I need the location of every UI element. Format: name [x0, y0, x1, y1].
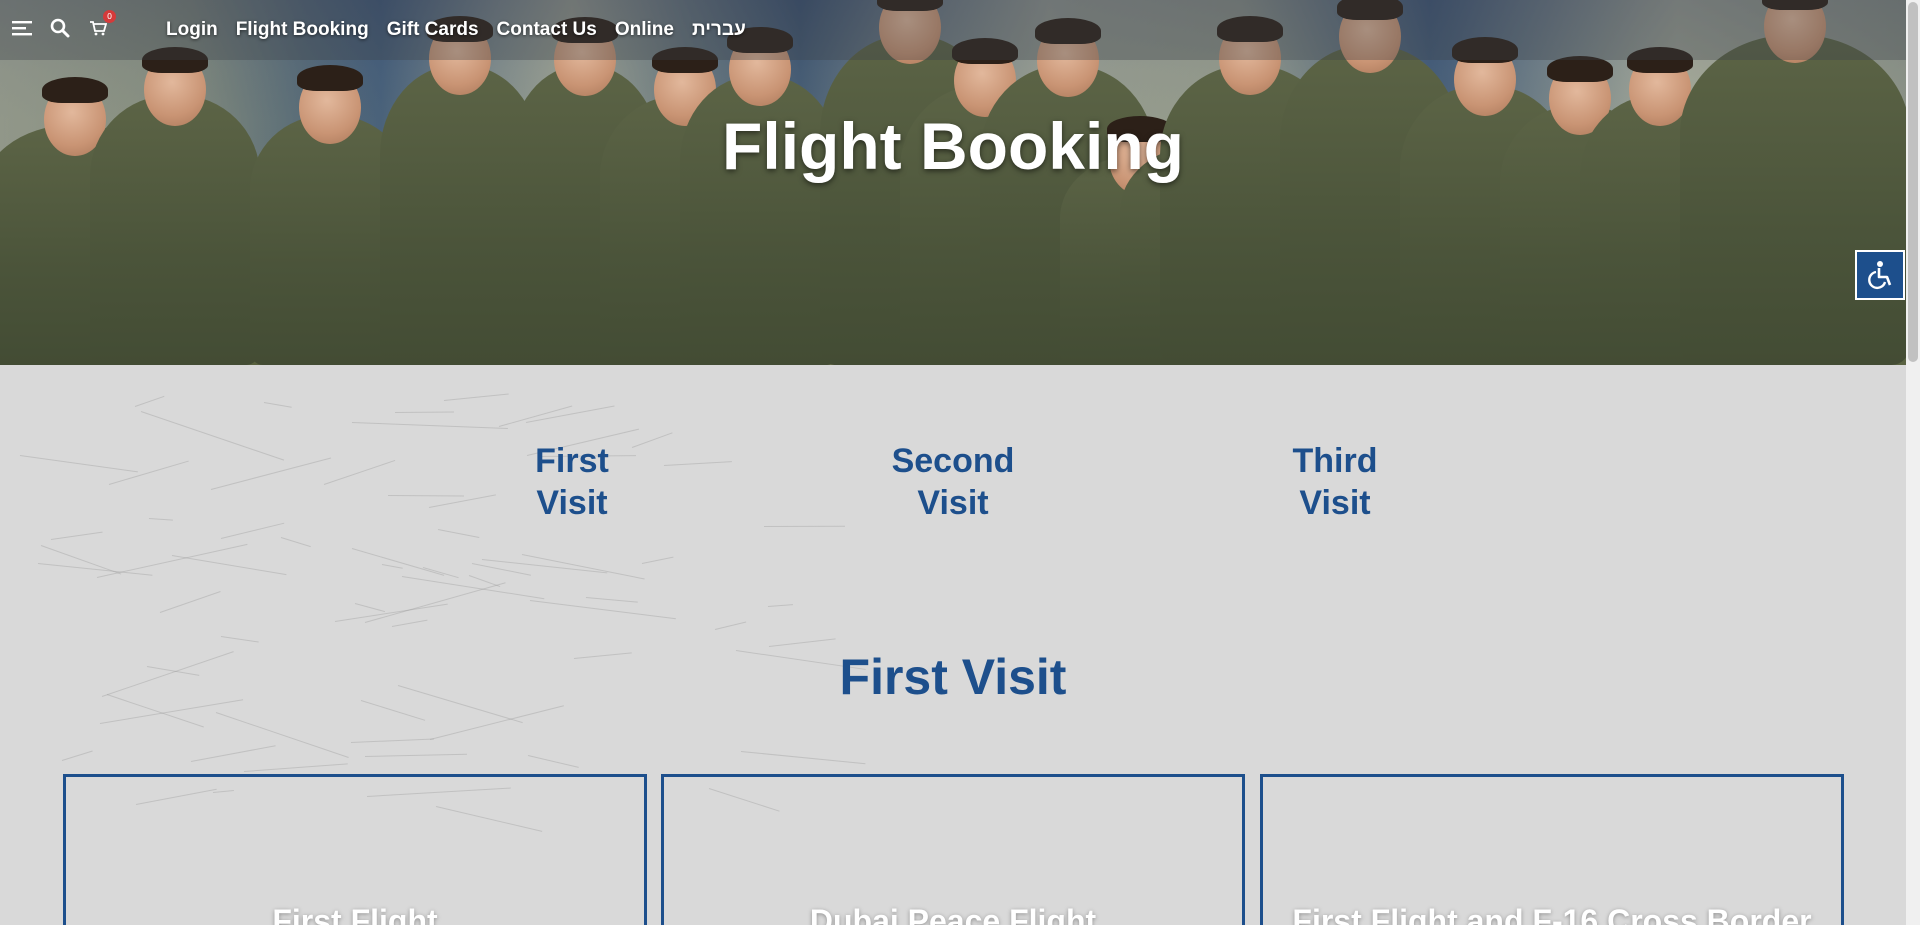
flight-card[interactable]: First Flight: [63, 774, 647, 925]
texture-scratch: [364, 754, 468, 758]
nav-link-hebrew[interactable]: עברית: [692, 19, 746, 41]
texture-scratch: [108, 460, 189, 485]
texture-scratch: [437, 528, 479, 538]
texture-scratch: [264, 401, 293, 408]
texture-scratch: [664, 460, 733, 466]
person-hair: [297, 65, 363, 91]
tab-first-visit[interactable]: First Visit: [522, 440, 622, 524]
texture-scratch: [429, 705, 564, 740]
texture-scratch: [529, 599, 676, 619]
texture-scratch: [401, 576, 544, 600]
texture-scratch: [395, 411, 455, 413]
texture-scratch: [521, 554, 645, 580]
tab-second-visit[interactable]: Second Visit: [888, 440, 1018, 524]
texture-scratch: [422, 567, 459, 579]
texture-scratch: [41, 545, 122, 575]
nav-link-gift-cards[interactable]: Gift Cards: [387, 19, 479, 41]
texture-scratch: [482, 558, 608, 574]
texture-scratch: [172, 555, 287, 576]
flight-card[interactable]: Dubai Peace Flight: [661, 774, 1245, 925]
texture-scratch: [335, 603, 449, 623]
texture-scratch: [585, 596, 638, 603]
texture-scratch: [764, 526, 846, 528]
texture-scratch: [632, 432, 674, 449]
tab-label-line1: First: [535, 442, 609, 480]
texture-scratch: [769, 638, 836, 647]
menu-icon[interactable]: [10, 16, 34, 40]
texture-scratch: [149, 517, 174, 521]
texture-scratch: [351, 548, 444, 577]
tab-label-line1: Second: [891, 442, 1015, 480]
page-scrollbar[interactable]: [1906, 0, 1920, 925]
tab-label-line2: Visit: [1299, 484, 1371, 522]
flight-card[interactable]: First Flight and F-16 Cross Border: [1260, 774, 1844, 925]
texture-scratch: [392, 619, 428, 627]
card-title: First Flight and F-16 Cross Border: [1292, 903, 1812, 925]
texture-scratch: [281, 537, 312, 548]
texture-scratch: [352, 421, 509, 429]
texture-scratch: [443, 393, 509, 402]
texture-scratch: [244, 763, 348, 773]
card-title: Dubai Peace Flight: [809, 903, 1097, 925]
texture-scratch: [382, 564, 404, 569]
texture-scratch: [190, 745, 276, 763]
texture-scratch: [211, 457, 332, 491]
texture-scratch: [61, 750, 93, 762]
texture-scratch: [221, 635, 260, 643]
tab-label-line2: Visit: [917, 484, 989, 522]
hero-banner: 0 Login Flight Booking Gift Cards Contac…: [0, 0, 1906, 365]
tab-label-line2: Visit: [536, 484, 608, 522]
nav-link-login[interactable]: Login: [166, 19, 218, 41]
texture-scratch: [767, 604, 793, 608]
nav-link-flight-booking[interactable]: Flight Booking: [236, 19, 369, 41]
scrollbar-thumb[interactable]: [1908, 2, 1918, 362]
texture-scratch: [19, 454, 138, 473]
tab-label-line1: Third: [1292, 442, 1378, 480]
main-nav: Login Flight Booking Gift Cards Contact …: [166, 19, 746, 41]
texture-scratch: [134, 395, 165, 407]
person-silhouette: [1680, 35, 1906, 365]
texture-scratch: [741, 751, 866, 765]
texture-scratch: [364, 582, 506, 624]
page-title: Flight Booking: [722, 109, 1184, 183]
nav-link-contact-us[interactable]: Contact Us: [497, 19, 597, 41]
texture-scratch: [528, 755, 580, 769]
texture-scratch: [140, 411, 285, 461]
texture-scratch: [216, 712, 350, 758]
texture-scratch: [220, 522, 285, 540]
texture-scratch: [351, 738, 435, 744]
top-navbar: 0 Login Flight Booking Gift Cards Contac…: [0, 0, 1906, 60]
card-title: First Flight: [272, 903, 438, 925]
wheelchair-icon: [1868, 261, 1892, 290]
texture-scratch: [641, 556, 674, 565]
cart-count-badge: 0: [103, 10, 116, 23]
nav-link-online[interactable]: Online: [615, 19, 674, 41]
cart-icon[interactable]: 0: [86, 10, 116, 40]
texture-scratch: [715, 621, 747, 630]
search-icon[interactable]: [48, 16, 72, 40]
texture-scratch: [471, 562, 531, 576]
texture-scratch: [323, 459, 395, 485]
section-title: First Visit: [839, 649, 1067, 705]
tab-third-visit[interactable]: Third Visit: [1280, 440, 1390, 524]
texture-scratch: [354, 602, 385, 612]
texture-scratch: [51, 531, 104, 541]
texture-scratch: [387, 495, 465, 497]
person-hair: [42, 77, 108, 103]
texture-scratch: [499, 405, 573, 428]
texture-scratch: [159, 590, 221, 613]
accessibility-button[interactable]: [1855, 250, 1905, 300]
